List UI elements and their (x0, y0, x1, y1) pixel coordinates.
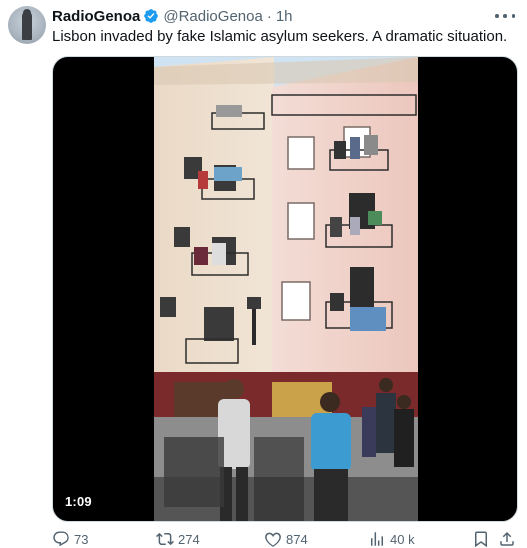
share-icon (500, 531, 514, 546)
repost-count: 274 (178, 531, 200, 547)
author-name[interactable]: RadioGenoa (52, 8, 140, 25)
like-count: 874 (286, 531, 308, 547)
bookmark-icon (475, 531, 487, 548)
video-duration: 1:09 (65, 494, 92, 509)
like-button[interactable]: 874 (264, 530, 308, 548)
views-icon (371, 532, 383, 546)
avatar-figure (22, 12, 32, 40)
action-bar: 73 274 874 40 k (52, 530, 518, 548)
tweet-header: RadioGenoa @RadioGenoa · 1h (52, 6, 293, 26)
separator-dot: · (266, 7, 272, 25)
reply-icon (53, 531, 69, 547)
video-still-image (154, 57, 418, 521)
tweet-timestamp[interactable]: 1h (276, 8, 293, 25)
author-handle[interactable]: @RadioGenoa (163, 8, 262, 25)
repost-button[interactable]: 274 (156, 530, 200, 548)
views-button[interactable]: 40 k (368, 530, 415, 548)
video-player[interactable]: 1:09 (52, 56, 518, 522)
share-button[interactable] (498, 530, 516, 548)
verified-badge-icon (144, 9, 159, 23)
views-count: 40 k (390, 531, 415, 547)
more-icon[interactable] (495, 8, 515, 24)
video-frame[interactable] (154, 57, 418, 521)
avatar[interactable] (8, 6, 46, 44)
reply-button[interactable]: 73 (52, 530, 88, 548)
repost-icon (156, 532, 174, 546)
tweet-text: Lisbon invaded by fake Islamic asylum se… (52, 28, 508, 45)
reply-count: 73 (74, 531, 89, 547)
bookmark-button[interactable] (472, 530, 490, 548)
like-icon (265, 532, 281, 547)
